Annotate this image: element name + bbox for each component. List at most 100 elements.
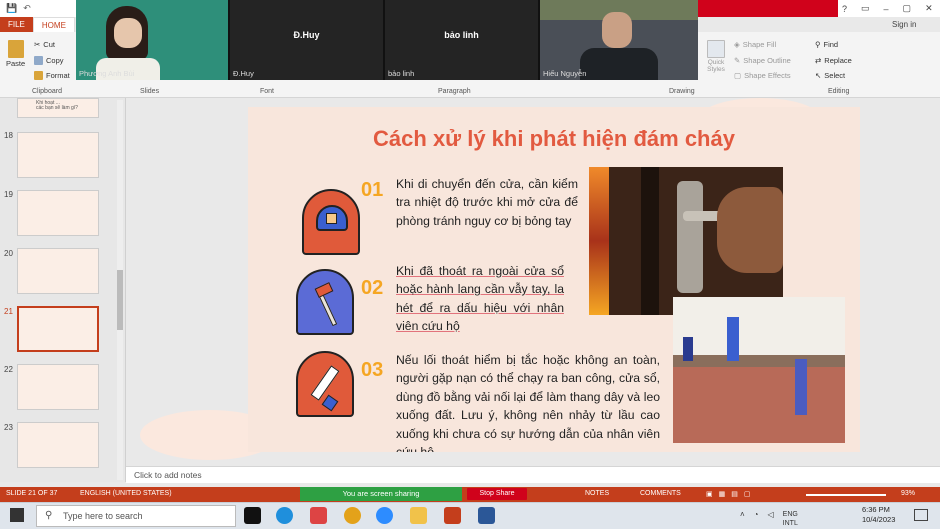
video-tile[interactable]: Phương Anh Bùi (76, 0, 228, 80)
slide-thumbnail-21[interactable] (17, 306, 99, 352)
helmet-emblem (326, 213, 337, 224)
powerpoint-icon[interactable] (444, 507, 461, 524)
zoom-slider[interactable] (806, 494, 886, 496)
participant-center-name: bảo linh (444, 30, 479, 40)
speaker-icon[interactable]: ◁ (768, 510, 774, 528)
sky (673, 297, 845, 355)
rescue-photo[interactable] (673, 297, 845, 443)
view-buttons[interactable]: ▣▦▤▢ (706, 490, 756, 498)
video-tile[interactable]: Hiếu Nguyễn (540, 0, 698, 80)
slide-thumbnail-23[interactable] (17, 422, 99, 468)
select-button[interactable]: ↖ Select (815, 71, 845, 80)
lang-label: ENG (782, 511, 798, 518)
slide-thumbnail-18[interactable] (17, 132, 99, 178)
step-text-1[interactable]: Khi di chuyển đến cửa, cần kiểm tra nhiệ… (396, 175, 578, 230)
firefighter-2 (795, 359, 807, 415)
wifi-icon[interactable]: ◔ (754, 510, 759, 528)
participant-name: Phương Anh Bùi (79, 69, 135, 78)
shape-outline-label: Shape Outline (743, 56, 791, 65)
tab-home[interactable]: HOME (32, 17, 75, 32)
windows-start-icon[interactable] (10, 508, 24, 522)
extinguisher-badge (296, 351, 354, 417)
slide-thumbnail-20[interactable] (17, 248, 99, 294)
notes-toggle[interactable]: NOTES (585, 490, 609, 497)
slide-number: 21 (4, 307, 13, 316)
taskbar-search[interactable]: ⚲ Type here to search (36, 505, 236, 527)
slide-thumbnail-22[interactable] (17, 364, 99, 410)
video-strip: Phương Anh Bùi Đ.Huy Đ.Huy bảo linh bảo … (76, 0, 698, 80)
door-handle-photo[interactable] (589, 167, 783, 315)
zoom-icon[interactable] (376, 507, 393, 524)
building-wall (673, 367, 845, 443)
file-explorer-icon[interactable] (410, 507, 427, 524)
step-text-2[interactable]: Khi đã thoát ra ngoài cửa sổ hoặc hành l… (396, 262, 564, 336)
thumbnail-scroll-thumb[interactable] (117, 270, 123, 330)
paste-label: Paste (6, 59, 26, 68)
group-editing: Editing (828, 88, 850, 95)
notifications-icon[interactable] (914, 509, 928, 521)
slide-number: 18 (4, 131, 13, 140)
slide-thumbnail-19[interactable] (17, 190, 99, 236)
edge-icon[interactable] (276, 507, 293, 524)
fire-edge (589, 167, 609, 315)
zoom-level[interactable]: 93% (901, 490, 915, 497)
firefighter-1 (727, 317, 739, 361)
select-label: Select (824, 71, 846, 80)
quick-styles-icon (707, 40, 725, 58)
tab-file[interactable]: FILE (0, 17, 33, 32)
undo-icon[interactable]: ↶ (23, 3, 31, 14)
paint-bucket-icon: ◈ (734, 40, 740, 49)
participant-body (580, 48, 658, 80)
maximize-button[interactable]: ▢ (903, 3, 912, 14)
comments-toggle[interactable]: COMMENTS (640, 490, 681, 497)
step-number-3: 03 (361, 359, 384, 381)
close-button[interactable]: ✕ (925, 3, 933, 14)
screen-sharing-indicator: You are screen sharing (300, 487, 462, 501)
sharing-banner (698, 0, 838, 17)
format-painter-button[interactable]: Format (34, 71, 70, 80)
ribbon-display-icon[interactable]: ▭ (861, 3, 870, 14)
participant-name: bảo linh (388, 69, 415, 78)
slide-canvas[interactable]: Cách xử lý khi phát hiện đám cháy 01 Khi… (248, 107, 860, 452)
language-indicator[interactable]: ENGLISH (UNITED STATES) (80, 490, 172, 497)
stop-share-button[interactable]: Stop Share (467, 488, 527, 500)
chevron-up-icon[interactable]: ˄ (740, 510, 745, 528)
notes-pane[interactable]: Click to add notes (126, 466, 940, 483)
group-slides: Slides (140, 88, 160, 95)
paste-icon (7, 40, 24, 58)
replace-button[interactable]: ⇄ Replace (815, 56, 852, 65)
step-text-2-content: Khi đã thoát ra ngoài cửa sổ hoặc hành l… (396, 264, 564, 334)
step-text-3[interactable]: Nếu lối thoát hiểm bị tắc hoặc không an … (396, 351, 660, 452)
help-icon[interactable]: ? (842, 4, 847, 14)
lang2-label: INTL (782, 520, 798, 527)
paste-button[interactable]: Paste (6, 40, 25, 68)
taskbar-clock[interactable]: 6:36 PM 10/4/2023 (862, 505, 895, 525)
word-icon[interactable] (478, 507, 495, 524)
language-code[interactable]: ENG INTL (783, 510, 798, 528)
axe-badge (296, 269, 354, 335)
cut-button[interactable]: ✂ Cut (34, 40, 55, 49)
slide-number: 23 (4, 423, 13, 432)
save-icon[interactable]: 💾 (6, 3, 17, 14)
video-tile[interactable]: Đ.Huy Đ.Huy (230, 0, 383, 80)
chrome-icon[interactable] (344, 507, 361, 524)
extinguisher-icon (310, 365, 340, 401)
slide-thumbnail-17[interactable]: Khi hoạt ... các bạn sẽ làm gì? (17, 98, 99, 118)
video-tile[interactable]: bảo linh bảo linh (385, 0, 538, 80)
cursor-icon: ↖ (815, 71, 822, 80)
quick-styles-button[interactable]: Quick Styles (704, 40, 728, 73)
app-icon[interactable] (310, 507, 327, 524)
minimize-button[interactable]: – (884, 4, 889, 14)
firefighter-3 (683, 337, 693, 361)
shape-effects-button[interactable]: ▢ Shape Effects (734, 71, 791, 80)
binoculars-icon: ⚲ (815, 40, 821, 49)
netflix-icon[interactable] (244, 507, 261, 524)
extinguisher-nozzle (321, 394, 339, 412)
shape-outline-button[interactable]: ✎ Shape Outline (734, 56, 791, 65)
find-button[interactable]: ⚲ Find (815, 40, 838, 49)
shape-fill-button[interactable]: ◈ Shape Fill (734, 40, 776, 49)
copy-button[interactable]: Copy (34, 56, 64, 65)
replace-icon: ⇄ (815, 56, 822, 65)
sign-in-link[interactable]: Sign in (892, 20, 916, 29)
slide-title[interactable]: Cách xử lý khi phát hiện đám cháy (248, 126, 860, 152)
